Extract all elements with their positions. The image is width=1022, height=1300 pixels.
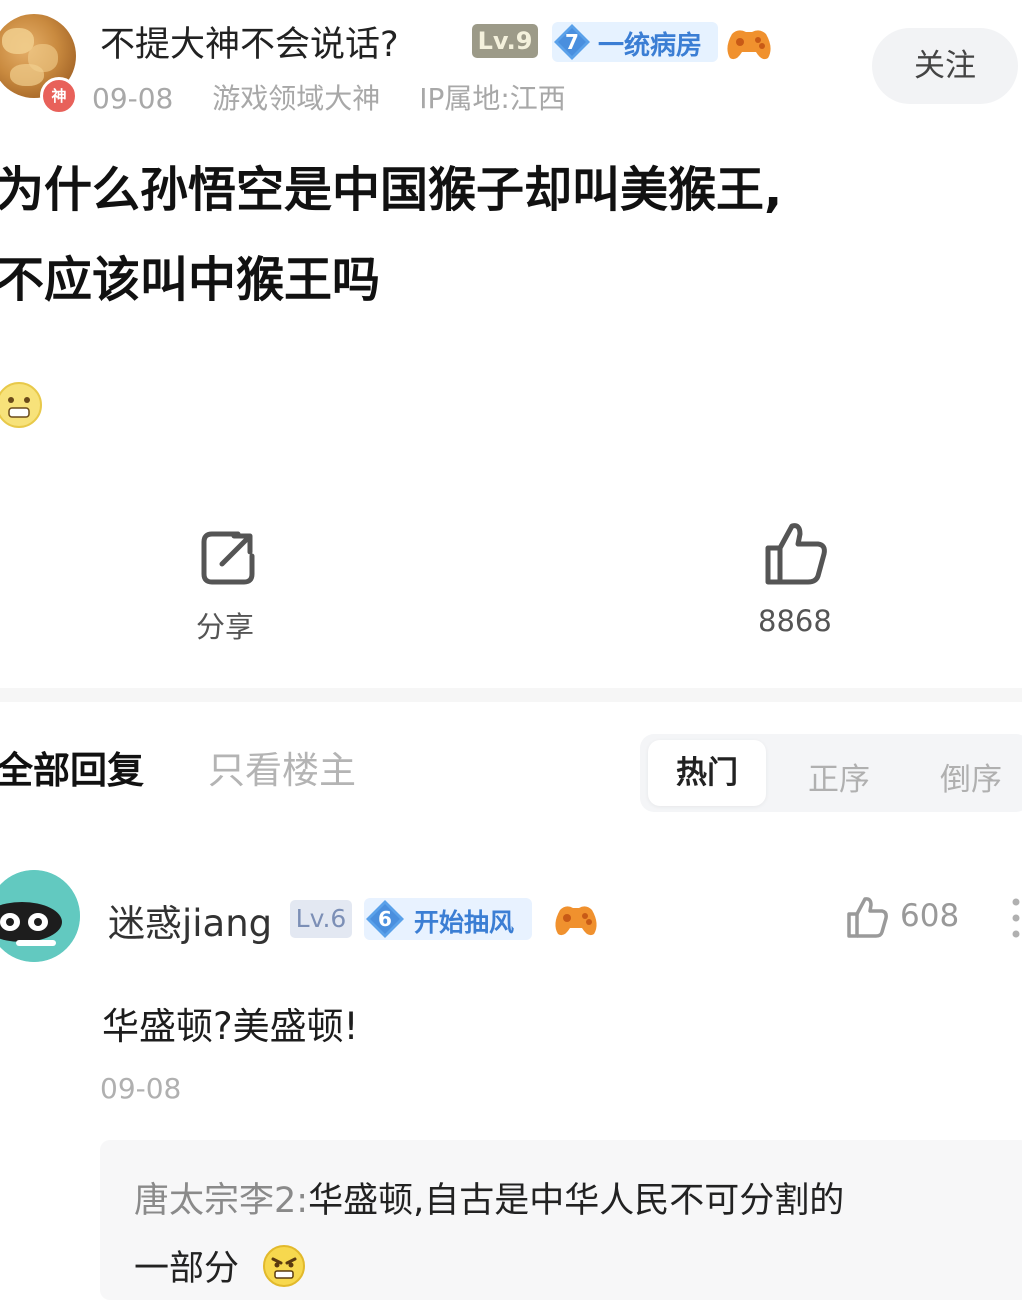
- more-icon[interactable]: [1010, 896, 1022, 940]
- section-divider: [0, 688, 1022, 702]
- commenter-name[interactable]: 迷惑jiang: [108, 893, 272, 947]
- post-title-line-2: 不应该叫中猴王吗: [0, 252, 381, 308]
- comment-date: 09-08: [100, 1072, 182, 1105]
- sub-reply-line-1: 唐太宗李2:华盛顿,自古是中华人民不可分割的: [134, 1172, 844, 1223]
- post-date: 09-08: [92, 82, 174, 115]
- level-badge: Lv.9: [472, 24, 538, 58]
- sub-reply-line-2: 一部分: [134, 1249, 240, 1289]
- share-icon[interactable]: [198, 526, 260, 588]
- emoji-icon: [263, 1245, 305, 1287]
- share-label[interactable]: 分享: [196, 604, 254, 646]
- commenter-fan-tag: 开始抽风: [414, 908, 515, 937]
- commenter-avatar[interactable]: [0, 870, 80, 962]
- sort-hot-button[interactable]: 热门: [648, 740, 766, 806]
- comment-like-count: 608: [900, 898, 960, 934]
- post-meta: 09-08 游戏领域大神 IP属地:江西: [92, 77, 596, 117]
- game-controller-icon: [555, 906, 597, 936]
- sort-desc-button[interactable]: 倒序: [940, 754, 1002, 799]
- shen-badge-icon: 神: [40, 77, 78, 115]
- comment-text: 华盛顿?美盛顿!: [102, 1005, 359, 1048]
- post-title-line-1: 为什么孙悟空是中国猴子却叫美猴王,: [0, 162, 783, 218]
- author-title-tag: 游戏领域大神: [212, 82, 381, 115]
- commenter-fan-level: 6: [378, 907, 392, 931]
- sub-reply-text: 华盛顿,自古是中华人民不可分割的: [308, 1181, 845, 1221]
- ip-location: IP属地:江西: [419, 82, 566, 115]
- thumbs-up-icon[interactable]: [760, 518, 830, 588]
- game-controller-icon: [727, 30, 771, 60]
- sort-asc-button[interactable]: 正序: [808, 754, 870, 799]
- fan-level: 7: [565, 30, 579, 54]
- post-title: 为什么孙悟空是中国猴子却叫美猴王, 不应该叫中猴王吗: [0, 145, 996, 325]
- tab-op-only[interactable]: 只看楼主: [208, 740, 356, 794]
- follow-button[interactable]: 关注: [872, 28, 1018, 104]
- author-name[interactable]: 不提大神不会说话?: [100, 16, 399, 67]
- thumbs-up-icon[interactable]: [845, 894, 889, 940]
- post-like-count: 8868: [758, 604, 832, 638]
- tab-all-replies[interactable]: 全部回复: [0, 740, 144, 794]
- commenter-level-badge: Lv.6: [290, 900, 352, 938]
- emoji-icon: [0, 382, 42, 428]
- sub-reply-author[interactable]: 唐太宗李2:: [134, 1181, 308, 1221]
- fan-tag: 一统病房: [598, 31, 703, 61]
